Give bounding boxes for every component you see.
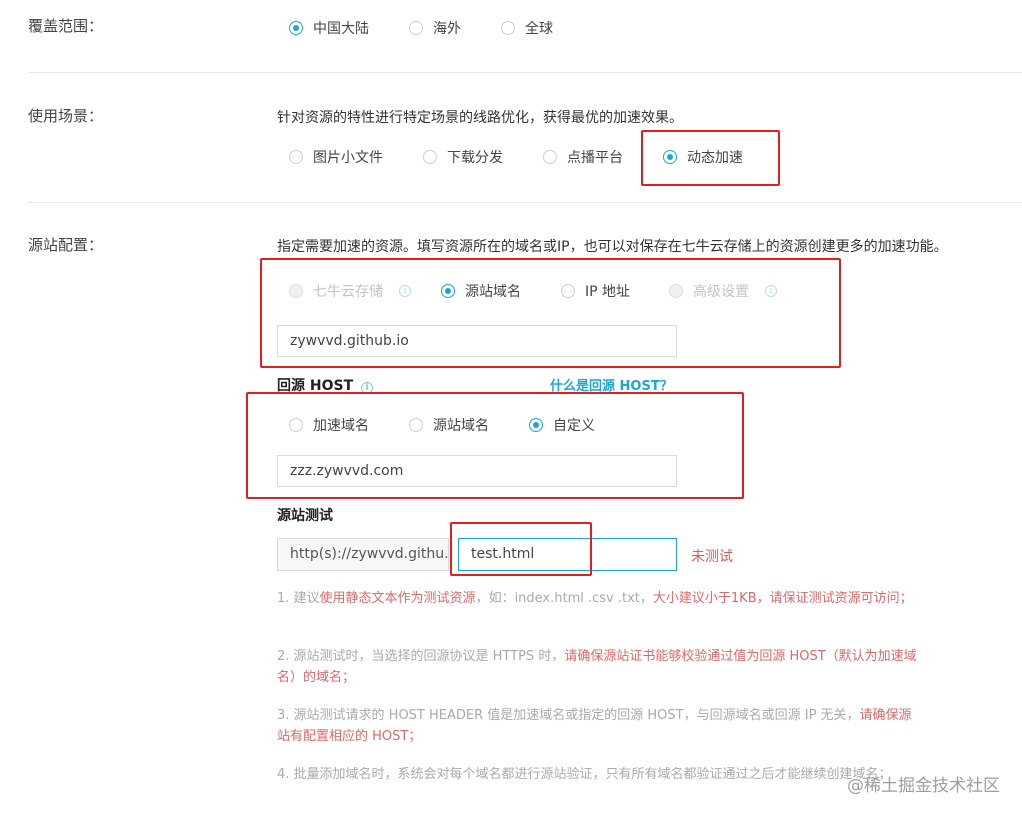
radio-checked-icon (663, 150, 677, 164)
section-divider (28, 72, 1022, 73)
radio-unchecked-icon (409, 418, 423, 432)
info-icon[interactable]: i (765, 285, 777, 297)
radio-unchecked-icon (289, 150, 303, 164)
host-option-origin-domain[interactable]: 源站域名 (409, 415, 489, 435)
radio-disabled-icon (289, 284, 303, 298)
origin-option-ip[interactable]: IP 地址 (561, 281, 630, 301)
radio-disabled-icon (669, 284, 683, 298)
scenario-option-vod[interactable]: 点播平台 (543, 147, 623, 167)
note-1: 1. 建议使用静态文本作为测试资源，如：index.html .csv .txt… (277, 591, 913, 606)
scenario-option-download[interactable]: 下载分发 (423, 147, 503, 167)
scenario-option-images[interactable]: 图片小文件 (289, 147, 383, 167)
origin-domain-input[interactable]: zywvvd.github.io (277, 325, 677, 357)
section-divider (28, 202, 1022, 203)
watermark: @稀土掘金技术社区 (847, 776, 1000, 796)
origin-description: 指定需要加速的资源。填写资源所在的域名或IP，也可以对保存在七牛云存储上的资源创… (277, 239, 948, 255)
origin-option-advanced[interactable]: 高级设置 i (669, 281, 777, 301)
radio-unchecked-icon (409, 21, 423, 35)
radio-unchecked-icon (289, 418, 303, 432)
coverage-option-overseas[interactable]: 海外 (409, 18, 461, 38)
scenario-description: 针对资源的特性进行特定场景的线路优化，获得最优的加速效果。 (277, 110, 683, 126)
origin-option-qiniu[interactable]: 七牛云存储 i (289, 281, 411, 301)
radio-unchecked-icon (501, 21, 515, 35)
note-3: 3. 源站测试请求的 HOST HEADER 值是加速域名或指定的回源 HOST… (277, 708, 912, 744)
host-custom-input[interactable]: zzz.zywvvd.com (277, 455, 677, 487)
info-icon[interactable]: i (361, 382, 374, 394)
info-icon[interactable]: i (399, 285, 411, 297)
coverage-option-global[interactable]: 全球 (501, 18, 553, 38)
note-2: 2. 源站测试时，当选择的回源协议是 HTTPS 时，请确保源站证书能够校验通过… (277, 649, 917, 685)
test-title: 源站测试 (277, 508, 333, 524)
test-url-prefix: http(s)://zywvvd.githu... (277, 538, 449, 571)
scenario-label: 使用场景： (28, 107, 104, 125)
host-option-accel-domain[interactable]: 加速域名 (289, 415, 369, 435)
host-title: 回源 HOST i (277, 375, 374, 395)
coverage-option-mainland[interactable]: 中国大陆 (289, 18, 369, 38)
host-help-link[interactable]: 什么是回源 HOST？ (550, 375, 673, 394)
origin-option-domain[interactable]: 源站域名 (441, 281, 521, 301)
radio-checked-icon (441, 284, 455, 298)
test-path-input[interactable]: test.html (458, 538, 677, 571)
radio-checked-icon (529, 418, 543, 432)
coverage-label: 覆盖范围： (28, 17, 104, 35)
note-4: 4. 批量添加域名时，系统会对每个域名都进行源站验证，只有所有域名都验证通过之后… (277, 767, 892, 782)
radio-checked-icon (289, 21, 303, 35)
host-option-custom[interactable]: 自定义 (529, 415, 595, 435)
radio-unchecked-icon (543, 150, 557, 164)
radio-unchecked-icon (423, 150, 437, 164)
test-status: 未测试 (691, 549, 733, 565)
origin-label: 源站配置： (28, 236, 104, 254)
radio-unchecked-icon (561, 284, 575, 298)
scenario-option-dynamic[interactable]: 动态加速 (663, 147, 743, 167)
